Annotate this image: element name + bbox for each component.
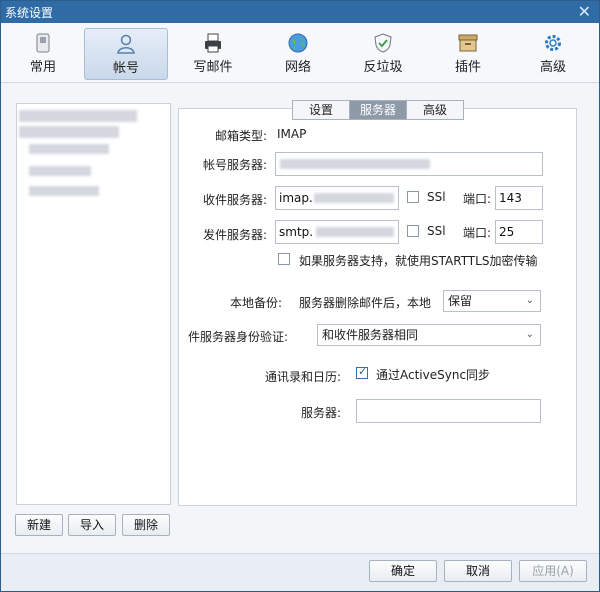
tool-compose[interactable]: 写邮件 xyxy=(171,28,255,80)
tool-network[interactable]: 网络 xyxy=(256,28,340,80)
tool-plugins[interactable]: 插件 xyxy=(426,28,510,80)
incoming-server-value: imap. xyxy=(279,191,313,205)
redacted-account xyxy=(29,166,91,176)
new-account-button[interactable]: 新建 xyxy=(15,514,63,536)
tool-advanced[interactable]: 高级 xyxy=(511,28,595,80)
close-icon[interactable]: ✕ xyxy=(578,2,591,21)
local-backup-desc: 服务器删除邮件后，本地 xyxy=(299,296,432,310)
outgoing-server-label: 发件服务器: xyxy=(202,228,267,242)
redacted-value xyxy=(314,193,394,203)
local-backup-label: 本地备份: xyxy=(229,296,282,310)
redacted-account xyxy=(29,186,99,196)
user-icon xyxy=(117,34,135,54)
window-title: 系统设置 xyxy=(5,6,54,20)
local-backup-value: 保留 xyxy=(448,294,473,308)
incoming-ssl-checkbox[interactable] xyxy=(407,191,419,203)
tool-label: 写邮件 xyxy=(193,60,233,75)
tool-antispam[interactable]: 反垃圾 xyxy=(341,28,425,80)
tool-label: 常用 xyxy=(29,60,56,75)
contacts-calendar-label: 通讯录和日历: xyxy=(264,370,341,384)
tool-label: 网络 xyxy=(284,60,311,75)
activesync-label: 通过ActiveSync同步 xyxy=(376,368,491,382)
ok-button[interactable]: 确定 xyxy=(369,560,437,582)
chevron-down-icon: ⌄ xyxy=(525,295,534,306)
outgoing-ssl-label: SSl xyxy=(427,224,446,238)
settings-tabs: 设置 服务器 高级 xyxy=(292,100,464,120)
apply-button[interactable]: 应用(A) xyxy=(519,560,587,582)
incoming-port-field[interactable]: 143 xyxy=(495,186,543,210)
settings-window: 系统设置 ✕ 常用 帐号 写邮件 网络 反垃圾 插件 高级 新建 导入 删除 设… xyxy=(0,0,600,592)
gear-icon xyxy=(545,35,561,51)
account-list[interactable] xyxy=(16,103,171,505)
tab-server[interactable]: 服务器 xyxy=(349,100,407,120)
redacted-account xyxy=(19,110,137,122)
mailbox-type-label: 邮箱类型: xyxy=(214,129,267,143)
outgoing-ssl-checkbox[interactable] xyxy=(407,225,419,237)
outgoing-server-field[interactable]: smtp. xyxy=(275,220,399,244)
tool-label: 高级 xyxy=(539,60,566,75)
settings-toolbar: 常用 帐号 写邮件 网络 反垃圾 插件 高级 xyxy=(1,23,599,83)
outgoing-port-label: 端口: xyxy=(463,226,492,240)
redacted-account xyxy=(29,144,109,154)
activesync-checkbox[interactable] xyxy=(356,365,368,379)
cancel-button[interactable]: 取消 xyxy=(444,560,512,582)
incoming-server-label: 收件服务器: xyxy=(202,193,267,207)
tool-label: 帐号 xyxy=(112,61,139,76)
archive-box-icon xyxy=(458,34,478,52)
starttls-checkbox[interactable] xyxy=(278,253,290,265)
title-bar: 系统设置 ✕ xyxy=(1,1,599,23)
printer-icon xyxy=(205,33,221,53)
incoming-server-field[interactable]: imap. xyxy=(275,186,399,210)
server-field[interactable] xyxy=(356,399,541,423)
phone-icon xyxy=(36,33,50,53)
tool-label: 插件 xyxy=(454,60,481,75)
local-backup-select[interactable]: 保留 ⌄ xyxy=(443,290,541,312)
redacted-value xyxy=(316,227,394,237)
tab-advanced[interactable]: 高级 xyxy=(406,100,464,120)
chevron-down-icon: ⌄ xyxy=(525,329,534,340)
incoming-ssl-label: SSl xyxy=(427,190,446,204)
incoming-port-label: 端口: xyxy=(463,192,492,206)
delete-button[interactable]: 删除 xyxy=(122,514,170,536)
import-button[interactable]: 导入 xyxy=(68,514,116,536)
tab-settings[interactable]: 设置 xyxy=(292,100,350,120)
auth-label: 件服务器身份验证: xyxy=(188,330,289,344)
tool-account[interactable]: 帐号 xyxy=(84,28,168,80)
shield-icon xyxy=(374,33,392,53)
redacted-account xyxy=(19,126,119,138)
globe-icon xyxy=(288,33,308,53)
tool-general[interactable]: 常用 xyxy=(1,28,85,80)
outgoing-server-value: smtp. xyxy=(279,225,314,239)
auth-select[interactable]: 和收件服务器相同 ⌄ xyxy=(317,324,541,346)
starttls-label: 如果服务器支持，就使用STARTTLS加密传输 xyxy=(299,254,538,268)
account-server-field[interactable] xyxy=(275,152,543,176)
auth-value: 和收件服务器相同 xyxy=(322,328,419,342)
account-server-label: 帐号服务器: xyxy=(202,158,267,172)
tool-label: 反垃圾 xyxy=(363,60,403,75)
redacted-value xyxy=(280,159,430,169)
outgoing-port-field[interactable]: 25 xyxy=(495,220,543,244)
mailbox-type-value: IMAP xyxy=(277,127,307,141)
server-label: 服务器: xyxy=(300,406,341,420)
